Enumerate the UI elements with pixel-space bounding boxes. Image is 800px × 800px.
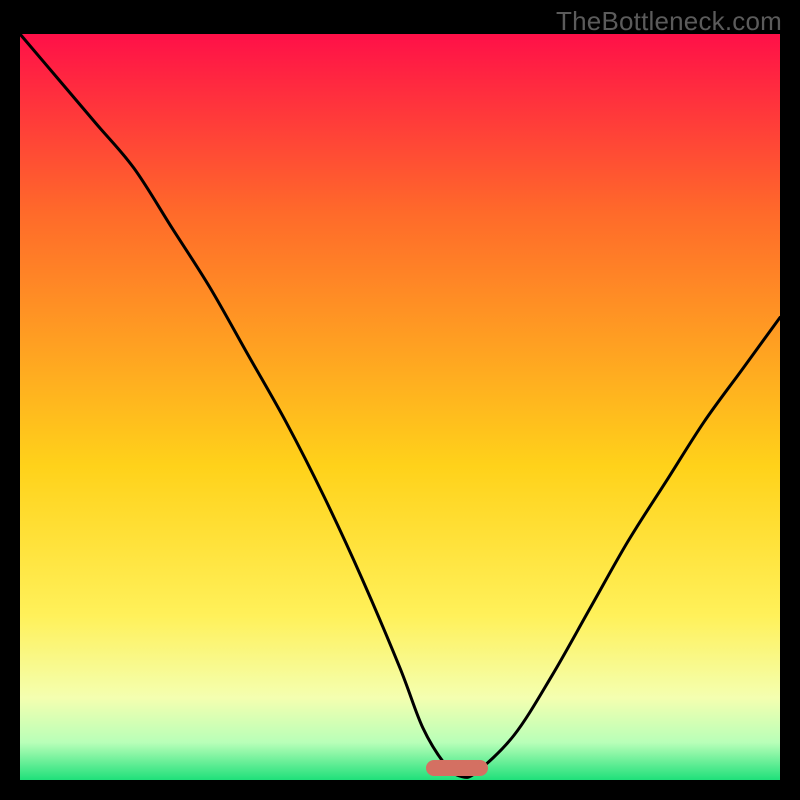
plot-area [20, 34, 780, 780]
chart-frame: TheBottleneck.com [0, 0, 800, 800]
optimum-marker-pill [426, 760, 488, 776]
watermark-text: TheBottleneck.com [556, 6, 782, 37]
curve-layer [20, 34, 780, 780]
bottleneck-curve [20, 34, 780, 777]
